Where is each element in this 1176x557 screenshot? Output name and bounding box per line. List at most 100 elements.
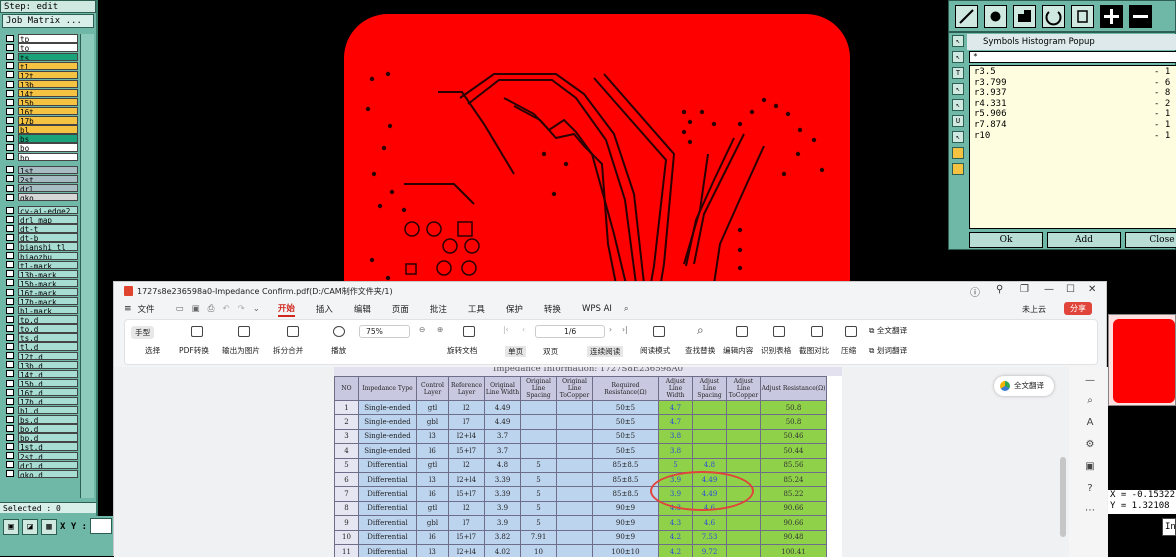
layer-row[interactable]: ts.d — [2, 333, 78, 342]
symbol-row[interactable]: r3.799 - 6 — [974, 78, 1172, 89]
next-page-icon[interactable]: › — [609, 325, 612, 334]
search-icon[interactable]: ⌕ — [1084, 395, 1096, 407]
popup-side-icon[interactable]: ↖ — [952, 99, 964, 111]
layer-row[interactable]: 12t — [2, 70, 78, 80]
menu-edit[interactable]: 编辑 — [354, 303, 371, 315]
layer-checkbox[interactable] — [6, 44, 14, 52]
menu-protect[interactable]: 保护 — [506, 303, 523, 315]
maximize-icon[interactable]: ☐ — [1066, 284, 1075, 295]
menu-tools[interactable]: 工具 — [468, 303, 485, 315]
export-image-button[interactable]: 输出为图片 — [222, 345, 260, 356]
layer-checkbox[interactable] — [6, 379, 14, 387]
layer-checkbox[interactable] — [6, 315, 14, 323]
layer-row[interactable]: tp.d — [2, 315, 78, 324]
layer-checkbox[interactable] — [6, 461, 14, 469]
layer-checkbox[interactable] — [6, 53, 14, 61]
layer-row[interactable]: drl — [2, 183, 78, 193]
menu-file[interactable]: 文件 — [138, 303, 155, 315]
subtract-icon[interactable] — [1129, 5, 1152, 28]
job-matrix-button[interactable]: Job Matrix ... — [2, 14, 94, 28]
layer-checkbox[interactable] — [6, 135, 14, 143]
minimize-icon[interactable]: — — [1044, 284, 1054, 295]
command-input[interactable]: In — [1162, 518, 1176, 536]
symbol-row[interactable]: r10 - 1 — [974, 131, 1172, 142]
layer-checkbox[interactable] — [6, 415, 14, 423]
layer-row[interactable]: dt-b — [2, 233, 78, 242]
help-icon[interactable]: ? — [1084, 483, 1096, 495]
layer-row[interactable]: bp.d — [2, 433, 78, 442]
floating-translate-button[interactable]: 全文翻译 — [994, 376, 1054, 396]
ok-button[interactable]: Ok — [969, 232, 1043, 248]
more-icon[interactable]: ⋯ — [1084, 505, 1096, 517]
layer-checkbox[interactable] — [6, 107, 14, 115]
symbol-row[interactable]: r4.331 - 2 — [974, 99, 1172, 110]
prev-page-icon[interactable]: ‹ — [522, 325, 525, 334]
layer-checkbox[interactable] — [6, 324, 14, 332]
layer-checkbox[interactable] — [6, 352, 14, 360]
layer-row[interactable]: to — [2, 43, 78, 52]
layer-checkbox[interactable] — [6, 279, 14, 287]
layer-row[interactable]: gko.d — [2, 469, 78, 479]
layer-row[interactable]: bs — [2, 134, 78, 143]
menu-insert[interactable]: 插入 — [316, 303, 333, 315]
single-page-button[interactable]: 单页 — [505, 346, 527, 357]
layer-checkbox[interactable] — [6, 224, 14, 232]
layer-row[interactable]: 13b.d — [2, 360, 78, 370]
layer-row[interactable]: drl.d — [2, 460, 78, 470]
pad-tool-icon[interactable] — [984, 5, 1007, 28]
recognize-table-button[interactable]: 识别表格 — [761, 345, 791, 356]
layer-row[interactable]: 12t.d — [2, 351, 78, 360]
search-icon[interactable]: ⌕ — [624, 304, 629, 314]
layer-row[interactable]: 14t — [2, 88, 78, 98]
layer-checkbox[interactable] — [6, 116, 14, 124]
restore-icon[interactable]: ❐ — [1020, 284, 1029, 295]
measure-icon[interactable]: ◪ — [22, 519, 38, 535]
layer-row[interactable]: bo — [2, 143, 78, 152]
chevron-down-icon[interactable]: ⌄ — [253, 304, 260, 314]
layer-checkbox[interactable] — [6, 424, 14, 432]
layer-checkbox[interactable] — [6, 434, 14, 442]
layer-row[interactable]: 15b-mark — [2, 278, 78, 288]
popup-side-icon[interactable]: ↖ — [952, 51, 964, 63]
layer-checkbox[interactable] — [6, 80, 14, 88]
document-area[interactable]: Impedance Information: 1727S8E236598A0 N… — [114, 367, 1108, 557]
rotate-doc-button[interactable]: 旋转文档 — [447, 345, 477, 356]
word-translate-button[interactable]: ⧉ 划词翻译 — [869, 345, 907, 356]
layer-checkbox[interactable] — [6, 470, 14, 478]
layer-checkbox[interactable] — [6, 125, 14, 133]
menu-wps-ai[interactable]: WPS AI — [582, 304, 612, 314]
layer-row[interactable]: gko — [2, 192, 78, 202]
layer-row[interactable]: bl — [2, 125, 78, 134]
layer-row[interactable]: tl-mark — [2, 260, 78, 269]
layer-row[interactable]: 2st.d — [2, 451, 78, 460]
layer-checkbox[interactable] — [6, 215, 14, 223]
layer-row[interactable]: to.d — [2, 324, 78, 333]
symbol-row[interactable]: r3.5 - 1 — [974, 67, 1172, 78]
popup-side-icon[interactable] — [952, 163, 964, 175]
layer-row[interactable]: bp — [2, 152, 78, 161]
layer-checkbox[interactable] — [6, 306, 14, 314]
double-page-button[interactable]: 双页 — [543, 346, 558, 357]
last-page-icon[interactable]: ›| — [622, 325, 628, 334]
page-number-input[interactable]: 1/6 — [535, 325, 606, 338]
add-button[interactable]: Add — [1047, 232, 1121, 248]
board-thumbnail[interactable] — [1108, 314, 1176, 406]
hamburger-icon[interactable]: ≡ — [124, 304, 132, 314]
layer-checkbox[interactable] — [6, 397, 14, 405]
layer-checkbox[interactable] — [6, 98, 14, 106]
layer-checkbox[interactable] — [6, 243, 14, 251]
layer-row[interactable]: 17b-mark — [2, 296, 78, 306]
xy-input[interactable] — [90, 518, 112, 534]
menu-page[interactable]: 页面 — [392, 303, 409, 315]
layer-row[interactable]: 15b — [2, 98, 78, 107]
layer-checkbox[interactable] — [6, 388, 14, 396]
layer-checkbox[interactable] — [6, 288, 14, 296]
symbol-row[interactable]: r7.874 - 1 — [974, 120, 1172, 131]
edit-content-button[interactable]: 编辑内容 — [723, 345, 753, 356]
folder-icon[interactable]: ▭ — [176, 304, 184, 314]
menu-annotate[interactable]: 批注 — [430, 303, 447, 315]
pdf-convert-button[interactable]: PDF转换 — [179, 345, 209, 356]
close-icon[interactable]: ✕ — [1088, 284, 1096, 295]
save-icon[interactable]: ▣ — [192, 304, 200, 314]
layer-row[interactable]: 17b.d — [2, 397, 78, 406]
